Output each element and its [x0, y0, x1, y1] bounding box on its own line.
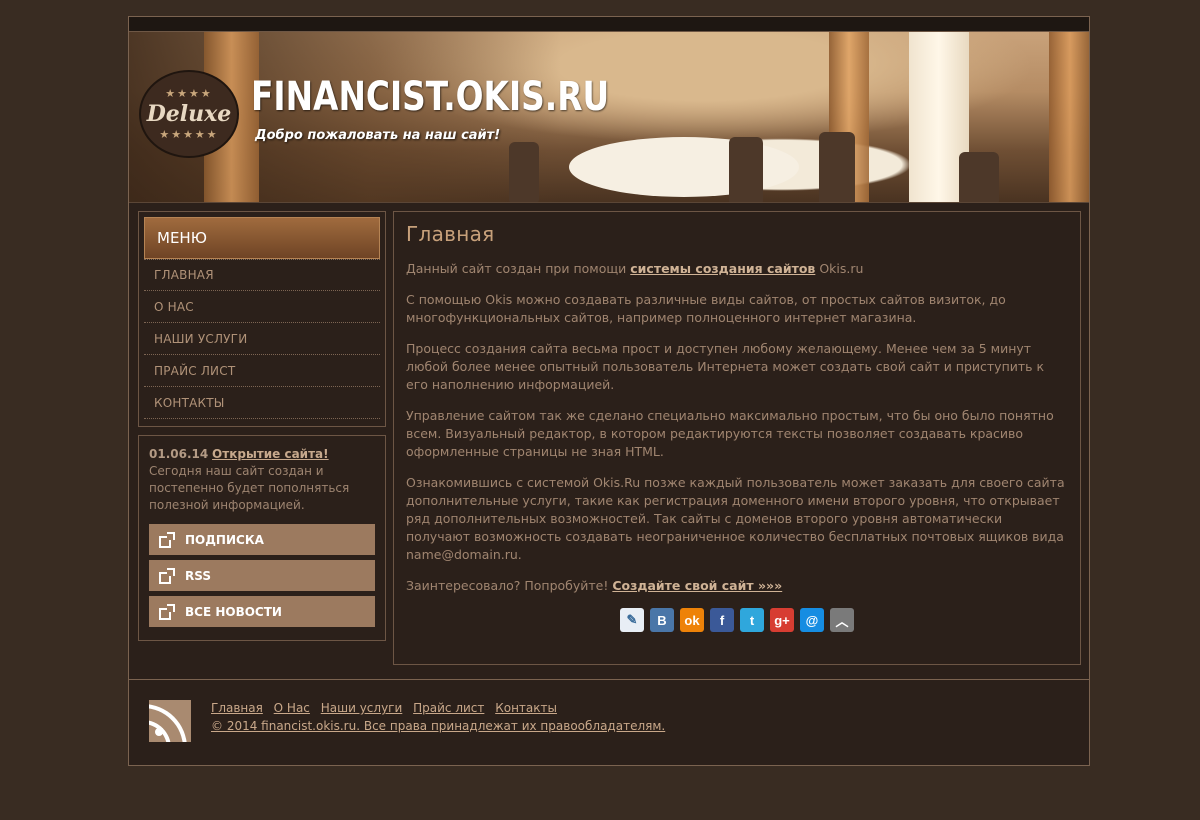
- rss-icon[interactable]: [149, 700, 191, 742]
- menu-title: МЕНЮ: [144, 217, 380, 259]
- footer-nav: Главная О Нас Наши услуги Прайс лист Кон…: [211, 701, 564, 715]
- all-news-button[interactable]: ВСЕ НОВОСТИ: [149, 596, 375, 627]
- menu-item-home[interactable]: ГЛАВНАЯ: [144, 259, 380, 291]
- vkontakte-icon[interactable]: В: [650, 608, 674, 632]
- share-buttons: ✎ Вok f t g+ @ ︿: [406, 608, 1068, 632]
- paragraph-text: Заинтересовало? Попробуйте!: [406, 578, 613, 593]
- rss-button-label: RSS: [185, 568, 211, 583]
- footer-link-services[interactable]: Наши услуги: [321, 701, 403, 715]
- menu-item-services[interactable]: НАШИ УСЛУГИ: [144, 323, 380, 355]
- paragraph-intro: Данный сайт создан при помощи системы со…: [406, 260, 1068, 278]
- scroll-top-icon[interactable]: ︿: [830, 608, 854, 632]
- site-slogan: Добро пожаловать на наш сайт!: [255, 128, 501, 143]
- menu-item-prices[interactable]: ПРАЙС ЛИСТ: [144, 355, 380, 387]
- livejournal-icon[interactable]: ✎: [620, 608, 644, 632]
- external-link-icon: [159, 603, 175, 620]
- banner-table: [569, 137, 799, 197]
- paragraph-text: Данный сайт создан при помощи: [406, 261, 631, 276]
- menu-box: МЕНЮ ГЛАВНАЯ О НАС НАШИ УСЛУГИ ПРАЙС ЛИС…: [138, 211, 386, 427]
- menu-item-contacts[interactable]: КОНТАКТЫ: [144, 387, 380, 419]
- create-site-link[interactable]: Создайте свой сайт »»»: [612, 578, 782, 593]
- footer-link-prices[interactable]: Прайс лист: [413, 701, 484, 715]
- footer: Главная О Нас Наши услуги Прайс лист Кон…: [129, 679, 1089, 765]
- banner-chair: [959, 152, 999, 202]
- header-banner: ★★★★ Deluxe ★★★★★ FINANCIST.OKIS.RU Добр…: [129, 32, 1089, 203]
- external-link-icon: [159, 531, 175, 548]
- paragraph-cta: Заинтересовало? Попробуйте! Создайте сво…: [406, 577, 1068, 595]
- banner-chair: [729, 137, 763, 202]
- menu-item-about[interactable]: О НАС: [144, 291, 380, 323]
- stars-icon: ★★★★★: [159, 128, 219, 141]
- paragraph: Ознакомившись с системой Okis.Ru позже к…: [406, 475, 1065, 562]
- deluxe-logo[interactable]: ★★★★ Deluxe ★★★★★: [139, 70, 239, 158]
- googleplus-icon[interactable]: g+: [770, 608, 794, 632]
- page-title: Главная: [406, 222, 495, 246]
- footer-link-about[interactable]: О Нас: [274, 701, 310, 715]
- footer-link-home[interactable]: Главная: [211, 701, 263, 715]
- paragraph: Процесс создания сайта весьма прост и до…: [406, 341, 1045, 392]
- main-content: Главная Данный сайт создан при помощи си…: [393, 211, 1081, 665]
- paragraph: Управление сайтом так же сделано специал…: [406, 408, 1054, 459]
- paragraph-text: Okis.ru: [815, 261, 864, 276]
- footer-link-contacts[interactable]: Контакты: [495, 701, 557, 715]
- facebook-icon[interactable]: f: [710, 608, 734, 632]
- menu-list: ГЛАВНАЯ О НАС НАШИ УСЛУГИ ПРАЙС ЛИСТ КОН…: [144, 259, 380, 419]
- odnoklassniki-icon[interactable]: ok: [680, 608, 704, 632]
- news-title-link[interactable]: Открытие сайта!: [212, 447, 329, 461]
- all-news-button-label: ВСЕ НОВОСТИ: [185, 604, 282, 619]
- paragraph: С помощью Okis можно создавать различные…: [406, 292, 1006, 325]
- news-box: 01.06.14 Открытие сайта! Сегодня наш сай…: [138, 435, 386, 641]
- news-date: 01.06.14: [149, 447, 209, 461]
- banner-chair: [509, 142, 539, 202]
- external-link-icon: [159, 567, 175, 584]
- banner-curtain: [1049, 32, 1089, 202]
- news-item: 01.06.14 Открытие сайта! Сегодня наш сай…: [149, 446, 375, 514]
- sidebar: МЕНЮ ГЛАВНАЯ О НАС НАШИ УСЛУГИ ПРАЙС ЛИС…: [138, 211, 386, 641]
- page-wrapper: ★★★★ Deluxe ★★★★★ FINANCIST.OKIS.RU Добр…: [128, 16, 1090, 766]
- rss-dot: [155, 728, 163, 736]
- side-buttons: ПОДПИСКА RSS ВСЕ НОВОСТИ: [149, 524, 375, 627]
- news-text: Сегодня наш сайт создан и постепенно буд…: [149, 464, 350, 512]
- stars-icon: ★★★★: [165, 87, 213, 100]
- site-builder-link[interactable]: системы создания сайтов: [630, 261, 815, 276]
- subscribe-button[interactable]: ПОДПИСКА: [149, 524, 375, 555]
- twitter-icon[interactable]: t: [740, 608, 764, 632]
- mailru-icon[interactable]: @: [800, 608, 824, 632]
- rss-wave: [149, 704, 187, 742]
- banner-chair: [819, 132, 855, 202]
- subscribe-button-label: ПОДПИСКА: [185, 532, 264, 547]
- site-title[interactable]: FINANCIST.OKIS.RU: [251, 74, 609, 120]
- copyright[interactable]: © 2014 financist.okis.ru. Все права прин…: [211, 719, 665, 733]
- top-strip: [129, 17, 1089, 32]
- rss-button[interactable]: RSS: [149, 560, 375, 591]
- logo-text: Deluxe: [146, 101, 232, 127]
